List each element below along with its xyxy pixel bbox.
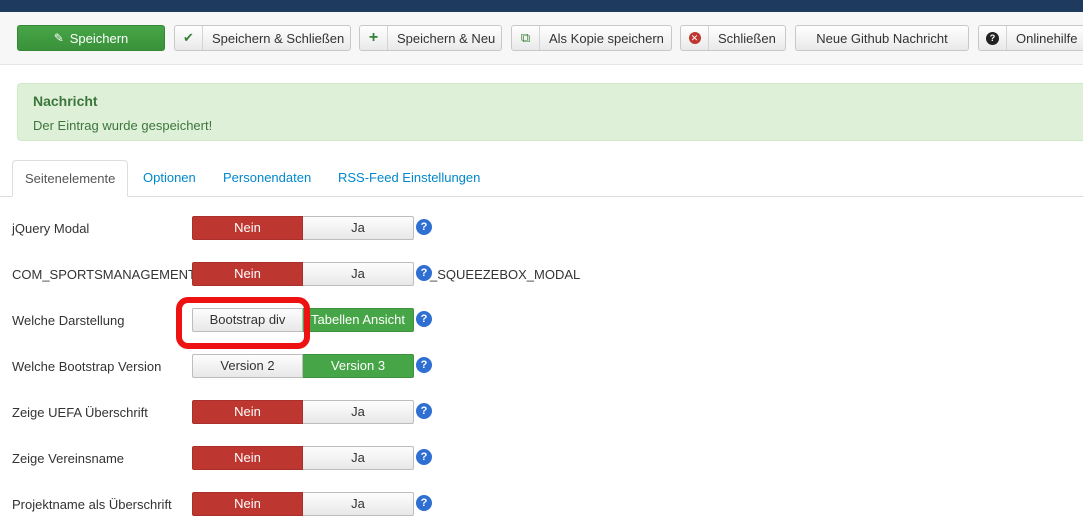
- toggle-option-nein[interactable]: Nein: [192, 492, 303, 516]
- edit-icon: ✎: [53, 31, 64, 45]
- toggle-option-version-3[interactable]: Version 3: [303, 354, 414, 378]
- top-header-strip: [0, 0, 1083, 12]
- toggle-option-tabellen-ansicht[interactable]: Tabellen Ansicht: [303, 308, 414, 332]
- field-row-vereinsname: Zeige Vereinsname Nein Ja ?: [0, 446, 1083, 472]
- toolbar: ✎ Speichern ✔ Speichern & Schließen + Sp…: [0, 12, 1083, 65]
- message-text: Der Eintrag wurde gespeichert!: [33, 118, 213, 133]
- help-icon[interactable]: ?: [416, 403, 432, 419]
- toggle-jquery-modal: Nein Ja: [192, 216, 414, 240]
- help-icon[interactable]: ?: [416, 357, 432, 373]
- close-label: Schließen: [718, 30, 776, 46]
- help-icon[interactable]: ?: [416, 219, 432, 235]
- field-row-uefa-ueberschrift: Zeige UEFA Überschrift Nein Ja ?: [0, 400, 1083, 426]
- field-row-darstellung: Welche Darstellung Bootstrap div Tabelle…: [0, 308, 1083, 334]
- success-message: Nachricht Der Eintrag wurde gespeichert!: [17, 83, 1083, 141]
- tab-rss-feed[interactable]: RSS-Feed Einstellungen: [338, 160, 480, 196]
- toggle-option-version-2[interactable]: Version 2: [192, 354, 303, 378]
- toggle-option-ja[interactable]: Ja: [303, 492, 414, 516]
- message-title: Nachricht: [33, 93, 98, 109]
- save-button[interactable]: ✎ Speichern: [17, 25, 165, 51]
- tab-personendaten[interactable]: Personendaten: [223, 160, 311, 196]
- toggle-uefa-ueberschrift: Nein Ja: [192, 400, 414, 424]
- close-button[interactable]: ✕ Schließen: [680, 25, 786, 51]
- github-message-button[interactable]: Neue Github Nachricht: [795, 25, 969, 51]
- save-close-button[interactable]: ✔ Speichern & Schließen: [174, 25, 351, 51]
- online-help-button[interactable]: ? Onlinehilfe: [978, 25, 1083, 51]
- save-copy-label: Als Kopie speichern: [549, 30, 664, 46]
- field-label: Projektname als Überschrift: [12, 497, 172, 512]
- field-row-squeezebox-modal: COM_SPORTSMANAGEMENT _SQUEEZEBOX_MODAL N…: [0, 262, 1083, 288]
- toggle-projektname: Nein Ja: [192, 492, 414, 516]
- toggle-option-nein[interactable]: Nein: [192, 262, 303, 286]
- toggle-squeezebox-modal: Nein Ja: [192, 262, 414, 286]
- checkmark-icon: ✔: [175, 26, 203, 50]
- toggle-option-nein[interactable]: Nein: [192, 216, 303, 240]
- close-circle-icon: ✕: [681, 26, 709, 50]
- save-button-label: Speichern: [69, 30, 129, 46]
- save-new-button[interactable]: + Speichern & Neu: [359, 25, 502, 51]
- field-row-jquery-modal: jQuery Modal Nein Ja ?: [0, 216, 1083, 242]
- field-label: Zeige UEFA Überschrift: [12, 405, 148, 420]
- toggle-option-ja[interactable]: Ja: [303, 216, 414, 240]
- help-icon[interactable]: ?: [416, 311, 432, 327]
- toggle-option-nein[interactable]: Nein: [192, 446, 303, 470]
- field-row-bootstrap-version: Welche Bootstrap Version Version 2 Versi…: [0, 354, 1083, 380]
- field-label: Zeige Vereinsname: [12, 451, 125, 466]
- help-icon[interactable]: ?: [416, 265, 432, 281]
- plus-icon: +: [360, 26, 388, 50]
- help-icon[interactable]: ?: [416, 449, 432, 465]
- github-message-label: Neue Github Nachricht: [816, 30, 948, 46]
- tab-optionen[interactable]: Optionen: [143, 160, 196, 196]
- online-help-label: Onlinehilfe: [1016, 30, 1078, 46]
- toggle-option-nein[interactable]: Nein: [192, 400, 303, 424]
- field-label-suffix: _SQUEEZEBOX_MODAL: [430, 267, 581, 282]
- save-new-label: Speichern & Neu: [397, 30, 496, 46]
- field-row-projektname: Projektname als Überschrift Nein Ja ?: [0, 492, 1083, 518]
- field-label: jQuery Modal: [12, 221, 90, 236]
- toggle-option-ja[interactable]: Ja: [303, 262, 414, 286]
- save-close-label: Speichern & Schließen: [212, 30, 345, 46]
- field-label: COM_SPORTSMANAGEMENT: [12, 267, 196, 282]
- copy-icon: ⧉: [512, 26, 540, 50]
- field-label: Welche Darstellung: [12, 313, 125, 328]
- toggle-option-ja[interactable]: Ja: [303, 446, 414, 470]
- save-copy-button[interactable]: ⧉ Als Kopie speichern: [511, 25, 672, 51]
- tab-seitenelemente[interactable]: Seitenelemente: [12, 160, 129, 197]
- toggle-vereinsname: Nein Ja: [192, 446, 414, 470]
- annotation-highlight-box: [176, 297, 310, 349]
- field-label: Welche Bootstrap Version: [12, 359, 162, 374]
- tab-bar: Seitenelemente Optionen Personendaten RS…: [0, 160, 1083, 197]
- question-circle-icon: ?: [979, 26, 1007, 50]
- help-icon[interactable]: ?: [416, 495, 432, 511]
- toggle-option-ja[interactable]: Ja: [303, 400, 414, 424]
- toggle-bootstrap-version: Version 2 Version 3: [192, 354, 414, 378]
